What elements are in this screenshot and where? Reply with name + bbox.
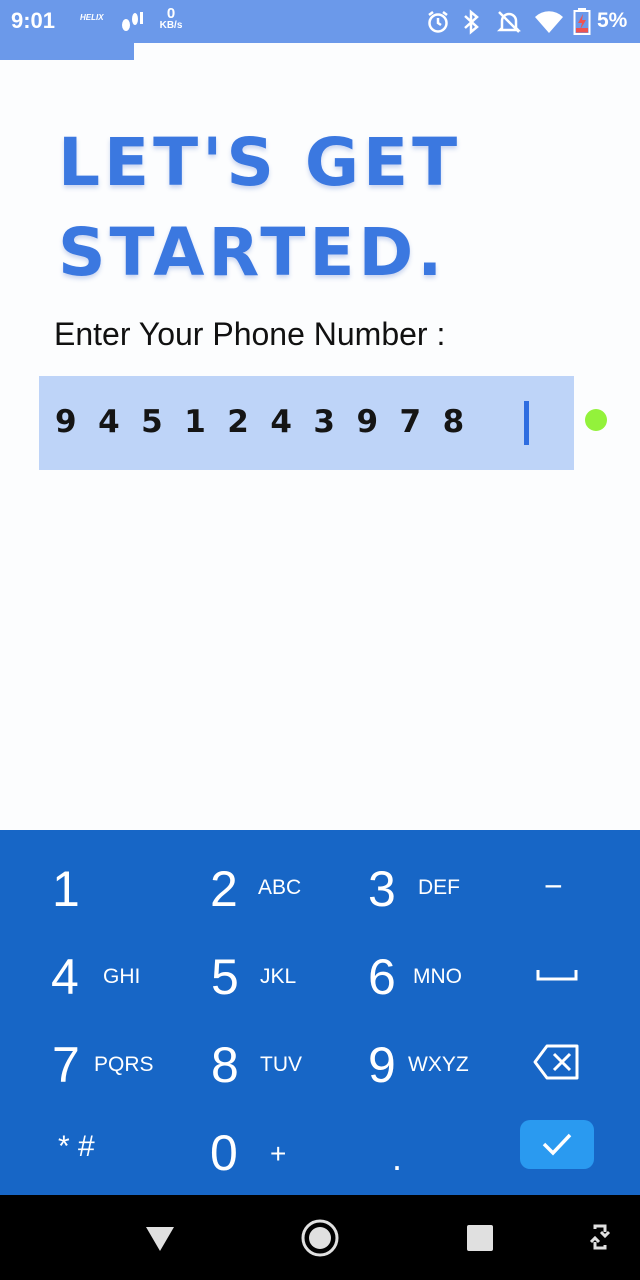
- page-title-line-2: STARTED.: [58, 214, 447, 291]
- key-2-digit: 2: [210, 861, 238, 917]
- valid-indicator-dot: [585, 409, 607, 431]
- check-icon: [542, 1133, 572, 1156]
- key-8-digit: 8: [211, 1037, 239, 1093]
- key-3-digit: 3: [368, 861, 396, 917]
- key-5-digit: 5: [211, 949, 239, 1005]
- key-0[interactable]: 0 +: [180, 1110, 320, 1190]
- key-0-plus: +: [270, 1138, 287, 1169]
- key-backspace[interactable]: [500, 1022, 620, 1102]
- key-7-letters: PQRS: [94, 1053, 154, 1076]
- wifi-icon: [535, 11, 563, 34]
- notification-icon: [122, 12, 143, 31]
- recents-icon[interactable]: [466, 1224, 494, 1252]
- key-3[interactable]: 3 DEF: [340, 846, 480, 926]
- key-0-digit: 0: [210, 1125, 238, 1181]
- key-4[interactable]: 4 GHI: [20, 934, 160, 1014]
- key-9-letters: WXYZ: [408, 1053, 469, 1076]
- key-8-letters: TUV: [260, 1053, 302, 1076]
- key-7-digit: 7: [52, 1037, 80, 1093]
- key-2-letters: ABC: [258, 876, 302, 899]
- key-6-digit: 6: [368, 949, 396, 1005]
- key-minus-symbol: −: [544, 868, 563, 904]
- key-4-letters: GHI: [103, 965, 141, 988]
- page-title-line-1: LET'S GET: [58, 124, 462, 201]
- key-7[interactable]: 7 PQRS: [20, 1022, 160, 1102]
- backspace-icon: [533, 1044, 579, 1080]
- key-8[interactable]: 8 TUV: [180, 1022, 320, 1102]
- key-symbols-label: * #: [58, 1130, 95, 1163]
- text-cursor: [524, 401, 529, 445]
- bell-off-icon: [496, 11, 522, 33]
- numeric-keyboard: 1 2 ABC 3 DEF − 4 GHI 5 JKL 6 MNO 7 PQRS…: [0, 830, 640, 1195]
- key-2[interactable]: 2 ABC: [180, 846, 320, 926]
- key-1-digit: 1: [52, 861, 80, 917]
- status-bar: 9:01 HELIX 0 KB/s 5%: [0, 0, 640, 43]
- home-icon[interactable]: [300, 1218, 340, 1258]
- key-1[interactable]: 1: [20, 846, 160, 926]
- carrier-logo: HELIX: [80, 13, 104, 22]
- rotate-icon[interactable]: [589, 1221, 611, 1253]
- network-speed: 0 KB/s: [159, 5, 183, 31]
- signup-progress-bar: [0, 43, 640, 60]
- key-space[interactable]: [500, 934, 620, 1014]
- battery-percent: 5%: [597, 9, 628, 32]
- key-4-digit: 4: [51, 949, 79, 1005]
- battery-charging-icon: [573, 8, 591, 35]
- bluetooth-icon: [464, 9, 479, 35]
- alarm-icon: [428, 11, 448, 33]
- key-5-letters: JKL: [260, 965, 297, 988]
- done-button[interactable]: [520, 1120, 594, 1169]
- key-9[interactable]: 9 WXYZ: [340, 1022, 480, 1102]
- phone-number-prompt: Enter Your Phone Number :: [54, 316, 446, 352]
- key-6[interactable]: 6 MNO: [340, 934, 480, 1014]
- navigation-bar: [0, 1195, 640, 1280]
- phone-number-value: 9451243978: [55, 404, 486, 440]
- phone-number-input[interactable]: 9451243978: [39, 376, 574, 470]
- space-icon: [536, 970, 578, 981]
- key-dot-symbol: .: [392, 1137, 403, 1178]
- signup-progress-fill: [0, 43, 135, 60]
- key-3-letters: DEF: [418, 876, 460, 899]
- page-title: LET'S GET STARTED.: [58, 118, 618, 298]
- back-icon[interactable]: [144, 1225, 176, 1253]
- key-minus[interactable]: −: [500, 846, 620, 926]
- key-symbols[interactable]: * #: [20, 1110, 160, 1190]
- key-9-digit: 9: [368, 1037, 396, 1093]
- key-5[interactable]: 5 JKL: [180, 934, 320, 1014]
- key-6-letters: MNO: [413, 965, 462, 988]
- status-time: 9:01: [11, 8, 56, 33]
- key-dot[interactable]: .: [340, 1110, 480, 1190]
